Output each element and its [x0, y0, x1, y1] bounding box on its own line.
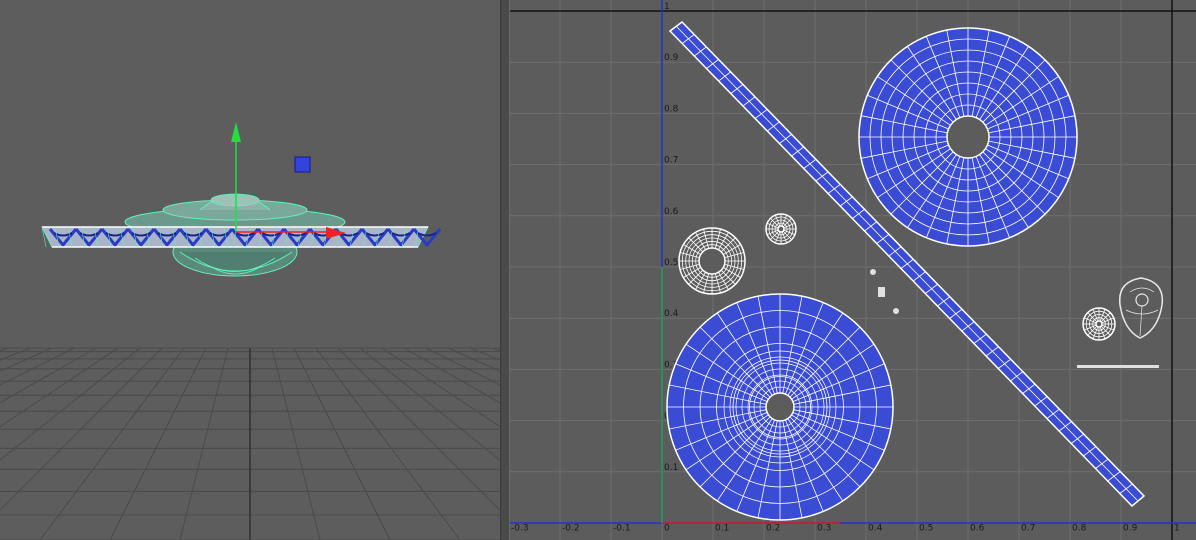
u-tick-label: 0.9: [1123, 524, 1138, 534]
v-tick-label: 0.9: [664, 53, 679, 63]
saucer-model[interactable]: [41, 193, 442, 277]
v-tick-label: 0.4: [664, 309, 679, 319]
u-tick-label: 0.7: [1021, 524, 1035, 534]
u-tick-label: 0.1: [715, 524, 729, 534]
uv-shell-drop[interactable]: [1118, 277, 1164, 339]
maya-workspace: -0.3 -0.2 -0.1 0 0.1 0.2 0.3 0.4 0.5 0.6 0.7 0.8 0.9…: [0, 0, 1196, 540]
uv-texture-editor[interactable]: -0.3 -0.2 -0.1 0 0.1 0.2 0.3 0.4 0.5 0.6 0.7 0.8 0.9…: [510, 0, 1196, 540]
u-tick-label: -0.3: [511, 524, 529, 534]
uv-shell-line[interactable]: [1077, 365, 1159, 368]
u-tick-label: 0.5: [919, 524, 933, 534]
v-tick-label: 0.6: [664, 207, 679, 217]
v-tick-label: 0.1: [664, 463, 678, 473]
uv-shell-tiny-dot[interactable]: [870, 269, 876, 275]
uv-shell-small-sphere[interactable]: [765, 213, 797, 245]
u-tick-label: 0.6: [970, 524, 985, 534]
viewport-canvas[interactable]: [0, 0, 500, 540]
uv-shell-small-ring[interactable]: [678, 227, 746, 295]
uv-shell-top-disc[interactable]: [858, 27, 1078, 247]
perspective-viewport[interactable]: [0, 0, 500, 540]
uv-shell-tiny-box[interactable]: [878, 287, 885, 297]
uv-shell-right-sphere[interactable]: [1082, 307, 1116, 341]
u-tick-label: -0.1: [613, 524, 631, 534]
u-tick-label: 1: [1174, 524, 1180, 534]
v-tick-label: 0.8: [664, 104, 679, 114]
panel-divider[interactable]: [500, 0, 510, 540]
v-tick-label: 0.5: [664, 258, 678, 268]
uv-shell-tiny-dot-2[interactable]: [893, 308, 899, 314]
manipulator-plane-handle[interactable]: [294, 156, 311, 173]
u-tick-label: 0.2: [766, 524, 780, 534]
u-tick-label: -0.2: [562, 524, 580, 534]
u-tick-label: 0.4: [868, 524, 883, 534]
uv-canvas[interactable]: -0.3 -0.2 -0.1 0 0.1 0.2 0.3 0.4 0.5 0.6 0.7 0.8 0.9…: [510, 0, 1196, 540]
v-tick-label: 0.7: [664, 156, 678, 166]
manipulator-y-arrow[interactable]: [231, 122, 241, 142]
floor-grid: [0, 347, 500, 540]
u-tick-label: 0: [664, 524, 670, 534]
uv-shell-bottom-disc[interactable]: [666, 293, 894, 521]
u-tick-label: 0.8: [1072, 524, 1087, 534]
v-tick-label: 1: [664, 2, 670, 12]
u-tick-label: 0.3: [817, 524, 831, 534]
